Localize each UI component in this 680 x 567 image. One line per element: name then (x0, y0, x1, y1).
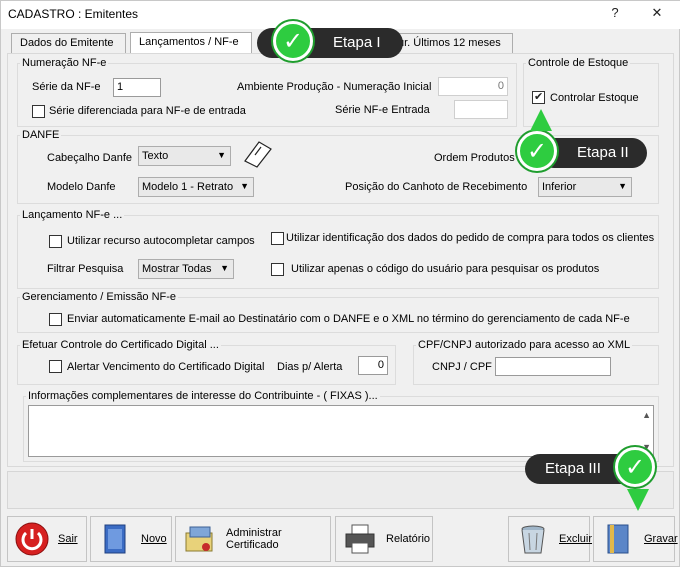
exit-icon (14, 521, 50, 557)
help-button[interactable]: ? (605, 5, 625, 20)
cabecalho-value: Texto (142, 150, 169, 162)
check-icon: ✓ (273, 21, 313, 61)
gerenciamento-legend: Gerenciamento / Emissão NF-e (22, 291, 177, 303)
trash-icon (515, 521, 551, 557)
posicao-label: Posição do Canhoto de Recebimento (345, 181, 528, 193)
new-document-icon (97, 521, 133, 557)
cpf-cnpj-input[interactable] (495, 357, 611, 376)
cabecalho-label: Cabeçalho Danfe (47, 152, 133, 164)
tab-faturamento[interactable]: ur. Últimos 12 meses (391, 33, 513, 53)
certificado-legend: Efetuar Controle do Certificado Digital … (22, 339, 219, 351)
controlar-estoque-label: Controlar Estoque (550, 92, 639, 104)
ordem-label: Ordem Produtos (434, 152, 515, 164)
alertar-vencimento-label: Alertar Vencimento do Certificado Digita… (67, 361, 265, 373)
title-bar: CADASTRO : Emitentes ? ✕ (1, 1, 680, 29)
cpf-cnpj-legend: CPF/CNPJ autorizado para acesso ao XML (418, 339, 631, 351)
serie-entrada-input[interactable] (454, 100, 508, 119)
novo-button[interactable]: Novo (90, 516, 172, 562)
gerenciamento-group: Gerenciamento / Emissão NF-e (17, 291, 659, 333)
gravar-label: Gravar (644, 533, 678, 545)
sair-label: Sair (58, 533, 78, 545)
codigo-usuario-checkbox[interactable] (271, 263, 284, 276)
filtrar-select[interactable]: Mostrar Todas ▼ (138, 259, 234, 279)
enviar-email-label: Enviar automaticamente E-mail ao Destina… (67, 313, 630, 325)
relatorio-button[interactable]: Relatório (335, 516, 433, 562)
chevron-down-icon: ▼ (217, 150, 226, 160)
excluir-label: Excluir (559, 533, 593, 545)
ambiente-label: Ambiente Produção - Numeração Inicial (237, 81, 432, 93)
identificacao-checkbox[interactable] (271, 232, 284, 245)
controlar-estoque-checkbox[interactable] (532, 90, 545, 104)
novo-label: Novo (141, 533, 167, 545)
lancamento-legend: Lançamento NF-e ... (22, 209, 123, 221)
relatorio-label: Relatório (386, 533, 431, 545)
dias-alerta-input[interactable]: 0 (358, 356, 388, 375)
enviar-email-checkbox[interactable] (49, 313, 62, 326)
chevron-down-icon: ▼ (618, 181, 627, 191)
ambiente-input[interactable]: 0 (438, 77, 508, 96)
etapa-3-label: Etapa III (545, 460, 601, 477)
emitentes-window: CADASTRO : Emitentes ? ✕ Dados do Emiten… (0, 0, 680, 567)
certificate-icon (182, 521, 218, 557)
chevron-down-icon: ▼ (240, 181, 249, 191)
tab-label: ur. Últimos 12 meses (398, 37, 501, 49)
filtrar-value: Mostrar Todas (142, 263, 212, 275)
serie-entrada-label: Série NF-e Entrada (335, 104, 430, 116)
autocompletar-checkbox[interactable] (49, 235, 62, 248)
sair-button[interactable]: Sair (7, 516, 87, 562)
tab-label: Lançamentos / NF-e (139, 36, 239, 48)
serie-label: Série da NF-e (32, 81, 101, 93)
modelo-value: Modelo 1 - Retrato (142, 181, 234, 193)
arrow-up-icon (530, 109, 552, 131)
cabecalho-select[interactable]: Texto ▼ (138, 146, 231, 166)
numeracao-nfe-legend: Numeração NF-e (22, 57, 107, 69)
check-icon: ✓ (615, 447, 655, 487)
printer-icon (342, 521, 378, 557)
autocompletar-label: Utilizar recurso autocompletar campos (67, 235, 255, 247)
posicao-value: Inferior (542, 181, 577, 193)
controle-estoque-legend: Controle de Estoque (528, 57, 629, 69)
cpf-cnpj-label: CNPJ / CPF (432, 361, 492, 373)
etapa-1-label: Etapa I (333, 34, 381, 51)
identificacao-label: Utilizar identificação dos dados do pedi… (286, 232, 655, 244)
tab-dados-emitente[interactable]: Dados do Emitente (11, 33, 126, 53)
gravar-button[interactable]: Gravar (593, 516, 678, 562)
arrow-down-icon (627, 489, 649, 511)
lancamento-group: Lançamento NF-e ... (17, 209, 659, 289)
danfe-legend: DANFE (22, 129, 60, 141)
alertar-vencimento-checkbox[interactable] (49, 360, 62, 373)
info-complementares-textarea[interactable]: ▲ ▼ (28, 405, 654, 457)
dias-alerta-label: Dias p/ Alerta (277, 361, 343, 373)
administrar-certificado-button[interactable]: Administrar Certificado (175, 516, 331, 562)
tab-lancamentos-nfe[interactable]: Lançamentos / NF-e (130, 32, 252, 54)
filtrar-label: Filtrar Pesquisa (47, 263, 124, 275)
info-complementares-legend: Informações complementares de interesse … (28, 390, 378, 402)
edit-note-icon[interactable] (241, 139, 275, 169)
serie-diferenciada-checkbox[interactable] (32, 105, 45, 118)
administrar-certificado-label: Administrar Certificado (226, 527, 282, 551)
excluir-button[interactable]: Excluir (508, 516, 593, 562)
codigo-usuario-label: Utilizar apenas o código do usuário para… (291, 263, 600, 275)
etapa-2-label: Etapa II (577, 144, 629, 161)
serie-diferenciada-label: Série diferenciada para NF-e de entrada (49, 105, 246, 117)
modelo-label: Modelo Danfe (47, 181, 116, 193)
window-title: CADASTRO : Emitentes (8, 7, 139, 21)
save-binder-icon (600, 521, 636, 557)
posicao-select[interactable]: Inferior ▼ (538, 177, 632, 197)
modelo-select[interactable]: Modelo 1 - Retrato ▼ (138, 177, 254, 197)
serie-input[interactable]: 1 (113, 78, 161, 97)
tab-label: Dados do Emitente (20, 37, 114, 49)
check-icon: ✓ (517, 131, 557, 171)
close-button[interactable]: ✕ (647, 5, 667, 21)
chevron-down-icon: ▼ (220, 263, 229, 273)
scroll-up-icon[interactable]: ▲ (642, 410, 651, 420)
